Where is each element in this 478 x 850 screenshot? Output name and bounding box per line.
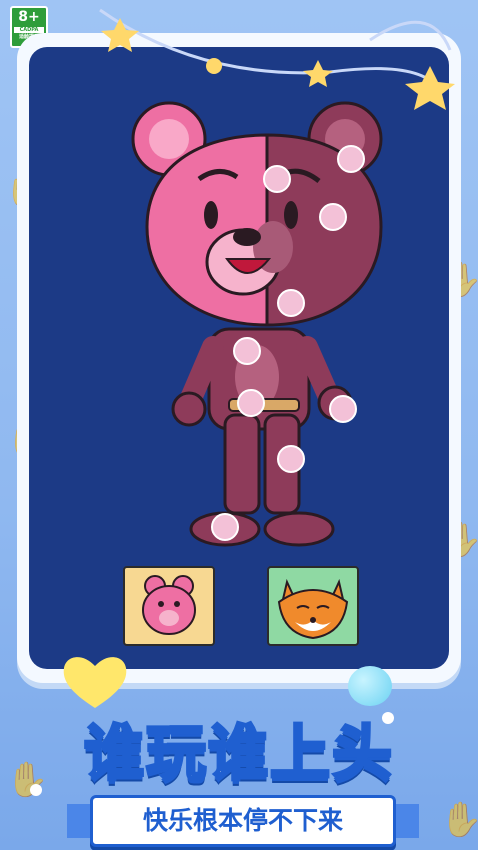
age-rating-number: 8+ <box>18 9 40 25</box>
heart-icon <box>63 657 127 708</box>
game-subtitle: 快乐根本停不下来 <box>67 795 419 847</box>
bear-character <box>131 101 383 547</box>
game-title: 谁玩谁上头 <box>83 718 394 791</box>
bubble-decoration <box>348 666 392 706</box>
fox-face-icon <box>277 578 349 640</box>
game-board[interactable] <box>29 47 449 669</box>
character-card-fox[interactable] <box>267 566 359 646</box>
bear-face-icon <box>142 575 196 635</box>
age-rating-code: CADPA <box>14 27 44 33</box>
game-frame <box>17 33 461 683</box>
character-card-bear[interactable] <box>123 566 215 646</box>
paw-icon: ✋ <box>440 800 478 840</box>
